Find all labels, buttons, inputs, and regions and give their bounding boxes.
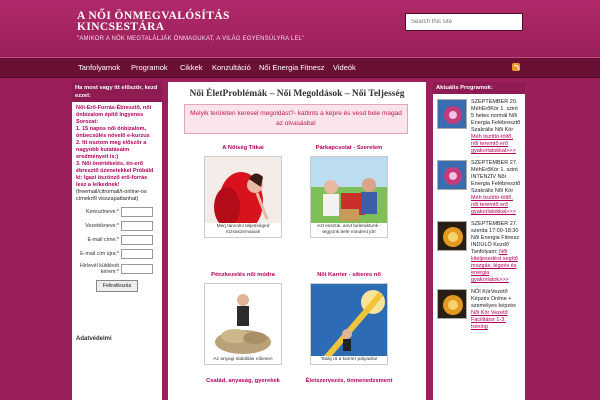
series-item-1: 1. 15 napos női önbizalom, önbecsülés nö…	[76, 126, 150, 139]
program-item: NŐI KörVezető Képzés Online + személyes …	[437, 289, 521, 331]
last-name-row: Vezetékneve:*	[76, 221, 158, 231]
rss-icon[interactable]	[512, 63, 520, 71]
nav-item-cikkek[interactable]: Cikkek	[180, 63, 203, 72]
program-text: SZEPTEMBER 27. MéhErőKör 1. szint INTENZ…	[471, 160, 521, 194]
email-confirm-field[interactable]	[121, 249, 153, 259]
nav-item-konzultacio[interactable]: Konzultáció	[212, 63, 251, 72]
series-item-2: 2. Itt osztom meg először a nagyobb kuta…	[76, 140, 147, 160]
last-name-label: Vezetékneve:	[85, 223, 117, 229]
required-mark: *	[116, 223, 119, 229]
card-image[interactable]: Azt esszük, amit beleraktunk - tegyünk b…	[310, 156, 388, 238]
nav-item-videok[interactable]: Videók	[333, 63, 356, 72]
site-description: "AMIKOR A NŐK MEGTALÁLJÁK ÖNMAGUKAT, A V…	[77, 36, 305, 42]
program-text: SZEPTEMBER 20. MéhErőKör 1. szint 5 hete…	[471, 99, 521, 133]
program-item: SZEPTEMBER 20. MéhErőKör 1. szint 5 hete…	[437, 99, 521, 155]
program-text: SZEPTEMBER 27. szerda 17:00-18:30 Női En…	[471, 221, 519, 255]
required-mark: *	[116, 237, 119, 243]
right-sidebar-heading: Aktuális Programok:	[433, 82, 525, 94]
category-card[interactable]: Pénzkezelés női módra Az anyagi stabilit…	[190, 272, 296, 365]
card-title[interactable]: Női Karrier - sikeres nő	[296, 272, 402, 278]
series-title: Női-Erő-Forrás-Ébresztő, női önbizalom é…	[76, 105, 152, 125]
program-link[interactable]: Méh tisztító-töltő, női teremtő erő gyak…	[471, 195, 516, 215]
email-label: E-mail címe:	[87, 237, 117, 243]
program-thumbnail[interactable]	[437, 221, 467, 251]
card-title[interactable]: Életszervezés, önmenedzsment	[296, 378, 402, 384]
email-confirm-label: E-mail cím újra:	[80, 251, 117, 257]
program-thumbnail[interactable]	[437, 99, 467, 129]
site-header: A NŐI ÖNMEGVALÓSÍTÁS KINCSESTÁRA "AMIKOR…	[0, 0, 600, 57]
site-title[interactable]: A NŐI ÖNMEGVALÓSÍTÁS KINCSESTÁRA	[77, 10, 267, 33]
required-mark: *	[116, 269, 119, 275]
category-card[interactable]: Család, anyaság, gyerekek	[190, 378, 296, 384]
consent-label: Hírlevél küldését kérem:	[79, 263, 119, 275]
required-mark: *	[116, 251, 119, 257]
program-thumbnail[interactable]	[437, 160, 467, 190]
first-name-label: Keresztneve:	[86, 209, 117, 215]
card-caption: Merj táncolni teljességed rózsaszirmaiva…	[205, 223, 281, 237]
main-content: Női ÉletProblémák – Női Megoldások – Női…	[168, 82, 426, 400]
category-card[interactable]: A Nőiség Titkai Merj táncolni teljessége…	[190, 145, 296, 238]
card-title[interactable]: Párkapcsolat - Szerelem	[296, 145, 402, 151]
card-caption: Azt esszük, amit beleraktunk - tegyünk b…	[311, 223, 387, 237]
card-title[interactable]: A Nőiség Titkai	[190, 145, 296, 151]
search-input[interactable]	[405, 13, 523, 31]
page-title: Női ÉletProblémák – Női Megoldások – Női…	[189, 89, 405, 99]
card-title[interactable]: Család, anyaság, gyerekek	[190, 378, 296, 384]
signup-intro: Női-Erő-Forrás-Ébresztő, női önbizalom é…	[76, 105, 158, 203]
email-confirm-row: E-mail cím újra:*	[76, 249, 158, 259]
card-caption: Találj rá a karrier pályádra!	[311, 356, 387, 364]
right-sidebar: Aktuális Programok: SZEPTEMBER 20. MéhEr…	[433, 82, 525, 400]
email-note: (freemail/citromail/t-online-os címekről…	[76, 189, 147, 202]
first-name-row: Keresztneve:*	[76, 207, 158, 217]
card-image[interactable]: Merj táncolni teljességed rózsaszirmaiva…	[204, 156, 282, 238]
notice-box: Melyik területen keresel megoldást?- kat…	[184, 104, 408, 134]
required-mark: *	[116, 209, 119, 215]
woman-coins-image	[205, 284, 281, 364]
left-sidebar-heading: Ha most vagy itt először, kezd ezzel:	[72, 82, 162, 102]
nav-item-tanfolyamok[interactable]: Tanfolyamok	[78, 63, 120, 72]
program-link[interactable]: Méh tisztító-töltő, női teremtő erő gyak…	[471, 134, 516, 154]
last-name-field[interactable]	[121, 221, 153, 231]
signup-form: Keresztneve:* Vezetékneve:* E-mail címe:…	[76, 207, 158, 292]
email-row: E-mail címe:*	[76, 235, 158, 245]
program-link[interactable]: Női Kör Vezető Facilitátor 1-3. tréning	[471, 310, 508, 330]
first-name-field[interactable]	[121, 207, 153, 217]
category-card[interactable]: Életszervezés, önmenedzsment	[296, 378, 402, 384]
card-title[interactable]: Pénzkezelés női módra	[190, 272, 296, 278]
consent-field[interactable]	[121, 264, 153, 274]
left-sidebar: Ha most vagy itt először, kezd ezzel: Nő…	[72, 82, 162, 400]
program-thumbnail[interactable]	[437, 289, 467, 319]
subscribe-button[interactable]: Feliratkozás	[96, 280, 138, 292]
privacy-heading: Adatvédelmi	[76, 336, 112, 342]
category-card[interactable]: Párkapcsolat - Szerelem Azt esszük, amit…	[296, 145, 402, 238]
woman-arrow-sky-image	[311, 284, 387, 364]
consent-row: Hírlevél küldését kérem:*	[76, 263, 158, 275]
card-image[interactable]: Az anyagi stabilitás nőiesen	[204, 283, 282, 365]
email-field[interactable]	[121, 235, 153, 245]
main-nav: Tanfolyamok Programok Cikkek Konzultáció…	[0, 57, 600, 78]
category-card[interactable]: Női Karrier - sikeres nő Találj rá a kar…	[296, 272, 402, 365]
nav-item-fitnesz[interactable]: Női Energia Fitnesz	[259, 63, 324, 72]
program-text: NŐI KörVezető Képzés Online + személyes …	[471, 289, 516, 309]
card-image[interactable]: Találj rá a karrier pályádra!	[310, 283, 388, 365]
nav-item-programok[interactable]: Programok	[131, 63, 168, 72]
card-caption: Az anyagi stabilitás nőiesen	[205, 356, 281, 364]
series-item-3: 3. Női önértékelés, én-erő ébresztő üzen…	[76, 161, 154, 188]
program-item: SZEPTEMBER 27. MéhErőKör 1. szint INTENZ…	[437, 160, 521, 216]
program-item: SZEPTEMBER 27. szerda 17:00-18:30 Női En…	[437, 221, 521, 284]
